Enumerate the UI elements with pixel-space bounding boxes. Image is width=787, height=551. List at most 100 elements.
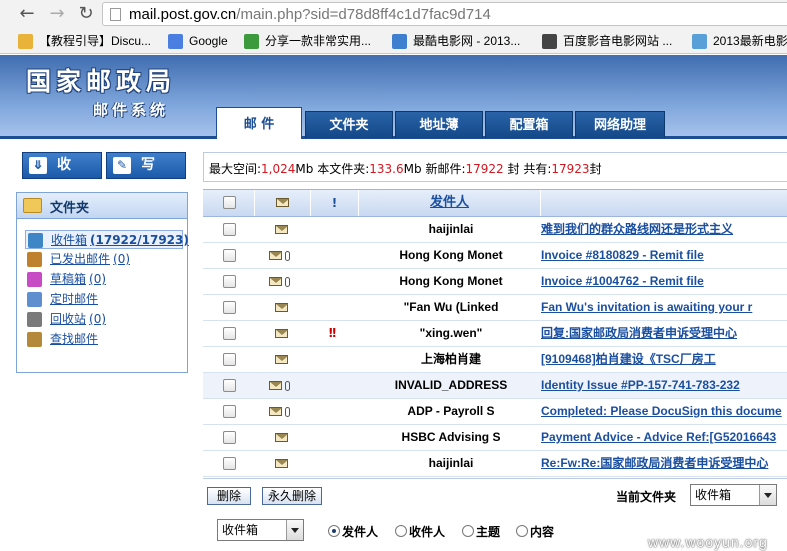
subject-column-header[interactable]: [541, 190, 787, 216]
row-checkbox[interactable]: [223, 275, 236, 288]
tab-network-assistant[interactable]: 网络助理: [575, 111, 665, 138]
bookmark-label: 分享一款非常实用...: [265, 34, 372, 48]
mail-sender: "Fan Wu (Linked: [403, 300, 499, 314]
mail-sender: haijinlai: [428, 456, 474, 470]
search-folder-select[interactable]: 收件箱: [217, 519, 304, 541]
site-watermark: www.wooyun.org: [648, 534, 768, 550]
table-row[interactable]: "Fan Wu (Linked Fan Wu's invitation is aw…: [203, 295, 787, 321]
movie-icon: [692, 34, 707, 49]
tab-config[interactable]: 配置箱: [485, 111, 573, 138]
folder-item-label: 收件箱 (17922/17923): [51, 233, 189, 247]
bookmark-label: 2013最新电影: [713, 34, 787, 48]
folder-item[interactable]: 回收站 (0): [25, 310, 183, 329]
back-arrow-icon[interactable]: ←: [16, 3, 38, 25]
search-by-sender-radio[interactable]: [328, 525, 340, 537]
film-reel-icon: [542, 34, 557, 49]
table-row[interactable]: Hong Kong Monet Invoice #1004762 - Remit …: [203, 269, 787, 295]
row-checkbox[interactable]: [223, 353, 236, 366]
google-icon: [168, 34, 183, 49]
row-checkbox[interactable]: [223, 301, 236, 314]
row-checkbox[interactable]: [223, 405, 236, 418]
sender-column-header[interactable]: 发件人: [359, 190, 541, 216]
select-all-checkbox[interactable]: [223, 196, 236, 209]
search-by-subject-radio[interactable]: [462, 525, 474, 537]
tab-mail[interactable]: 邮 件: [216, 107, 302, 139]
mail-subject-link[interactable]: 难到我们的群众路线网还是形式主义: [541, 217, 787, 242]
table-row[interactable]: 上海柏肖建 [9109468]柏肖建设《TSC厂房工: [203, 347, 787, 373]
mail-subject-link[interactable]: 回复:国家邮政局消费者申诉受理中心: [541, 321, 787, 346]
folder-item[interactable]: 已发出邮件 (0): [25, 250, 183, 269]
row-checkbox[interactable]: [223, 431, 236, 444]
browser-address-bar: ← → ↻ mail.post.gov.cn/main.php?sid=d78d…: [0, 0, 787, 28]
envelope-icon: [275, 433, 288, 442]
mail-sender: ADP - Payroll S: [407, 404, 495, 418]
search-by-recipient-radio[interactable]: [395, 525, 407, 537]
film-icon: [392, 34, 407, 49]
mail-subject-link[interactable]: Invoice #1004762 - Remit file: [541, 269, 787, 294]
mail-subject-link[interactable]: Fan Wu's invitation is awaiting your r: [541, 295, 787, 320]
mailbox-status-text: 最大空间:1,024Mb 本文件夹:133.6Mb 新邮件:17922 封 共有…: [209, 162, 602, 176]
tab-folders[interactable]: 文件夹: [305, 111, 393, 138]
current-folder-select[interactable]: 收件箱: [690, 484, 777, 506]
paperclip-icon: [285, 251, 290, 261]
mail-sender: "xing.wen": [419, 326, 483, 340]
priority-column-header[interactable]: !: [311, 190, 359, 216]
forward-arrow-icon[interactable]: →: [46, 3, 68, 25]
permanent-delete-button[interactable]: 永久删除: [262, 487, 322, 505]
drafts-icon: [27, 272, 42, 287]
delete-button[interactable]: 删除: [207, 487, 251, 505]
folder-item-label: 回收站 (0): [50, 312, 107, 326]
folder-item[interactable]: 定时邮件: [25, 290, 183, 309]
search-by-sender-label: 发件人: [342, 525, 379, 539]
page-icon: [110, 8, 121, 21]
leaf-icon: [244, 34, 259, 49]
high-priority-icon: !!: [328, 326, 337, 340]
mail-subject-link[interactable]: Re:Fw:Re:国家邮政局消费者申诉受理中心: [541, 451, 787, 476]
folder-item[interactable]: 查找邮件: [25, 330, 183, 349]
folder-panel-header: 文件夹: [17, 193, 187, 219]
table-row[interactable]: HSBC Advising S Payment Advice - Advice R…: [203, 425, 787, 451]
row-checkbox[interactable]: [223, 223, 236, 236]
logo-title: 国家邮政局: [26, 67, 177, 96]
bookmark-label: 【教程引导】Discu...: [39, 34, 152, 48]
table-row[interactable]: ADP - Payroll S Completed: Please DocuSig…: [203, 399, 787, 425]
mailbox-status-bar: 最大空间:1,024Mb 本文件夹:133.6Mb 新邮件:17922 封 共有…: [203, 152, 787, 182]
search-by-recipient-label: 收件人: [409, 525, 446, 539]
bookmark-label: Google: [189, 34, 228, 48]
mail-subject-link[interactable]: Invoice #8180829 - Remit file: [541, 243, 787, 268]
row-checkbox[interactable]: [223, 327, 236, 340]
pencil-icon: ✎: [113, 157, 131, 174]
receive-mail-button[interactable]: ⤋ 收 信: [22, 152, 102, 198]
folder-item[interactable]: 草稿箱 (0): [25, 270, 183, 289]
url-field[interactable]: mail.post.gov.cn/main.php?sid=d78d8ff4c1…: [102, 2, 787, 26]
tab-address-book[interactable]: 地址薄: [395, 111, 483, 138]
table-row[interactable]: haijinlai 难到我们的群众路线网还是形式主义: [203, 217, 787, 243]
table-row[interactable]: !! "xing.wen" 回复:国家邮政局消费者申诉受理中心: [203, 321, 787, 347]
mail-table-header: ! 发件人: [203, 189, 787, 217]
table-row[interactable]: Hong Kong Monet Invoice #8180829 - Remit …: [203, 243, 787, 269]
star-folder-icon: [18, 34, 33, 49]
folder-panel-title: 文件夹: [50, 201, 90, 216]
row-checkbox[interactable]: [223, 457, 236, 470]
compose-mail-button[interactable]: ✎ 写 信: [106, 152, 186, 198]
table-row[interactable]: haijinlai Re:Fw:Re:国家邮政局消费者申诉受理中心: [203, 451, 787, 477]
mail-subject-link[interactable]: [9109468]柏肖建设《TSC厂房工: [541, 347, 787, 372]
folder-item[interactable]: 收件箱 (17922/17923): [25, 230, 189, 249]
bookmark-label: 最酷电影网 - 2013...: [413, 34, 521, 48]
bookmark-label: 百度影音电影网站 ...: [563, 34, 673, 48]
envelope-icon: [275, 225, 288, 234]
search-by-content-radio[interactable]: [516, 525, 528, 537]
mail-subject-link[interactable]: Identity Issue #PP-157-741-783-232: [541, 373, 787, 398]
row-checkbox[interactable]: [223, 249, 236, 262]
folder-item-label: 草稿箱 (0): [50, 272, 107, 286]
sent-mail-icon: [27, 252, 42, 267]
mail-subject-link[interactable]: Payment Advice - Advice Ref:[G52016643: [541, 425, 787, 450]
envelope-icon: [275, 329, 288, 338]
reload-icon[interactable]: ↻: [75, 3, 97, 25]
mail-subject-link[interactable]: Completed: Please DocuSign this docume: [541, 399, 787, 424]
paperclip-icon: [285, 407, 290, 417]
folder-item-label: 查找邮件: [50, 332, 99, 346]
table-row[interactable]: INVALID_ADDRESS Identity Issue #PP-157-74…: [203, 373, 787, 399]
row-checkbox[interactable]: [223, 379, 236, 392]
mail-sender: INVALID_ADDRESS: [394, 378, 508, 392]
